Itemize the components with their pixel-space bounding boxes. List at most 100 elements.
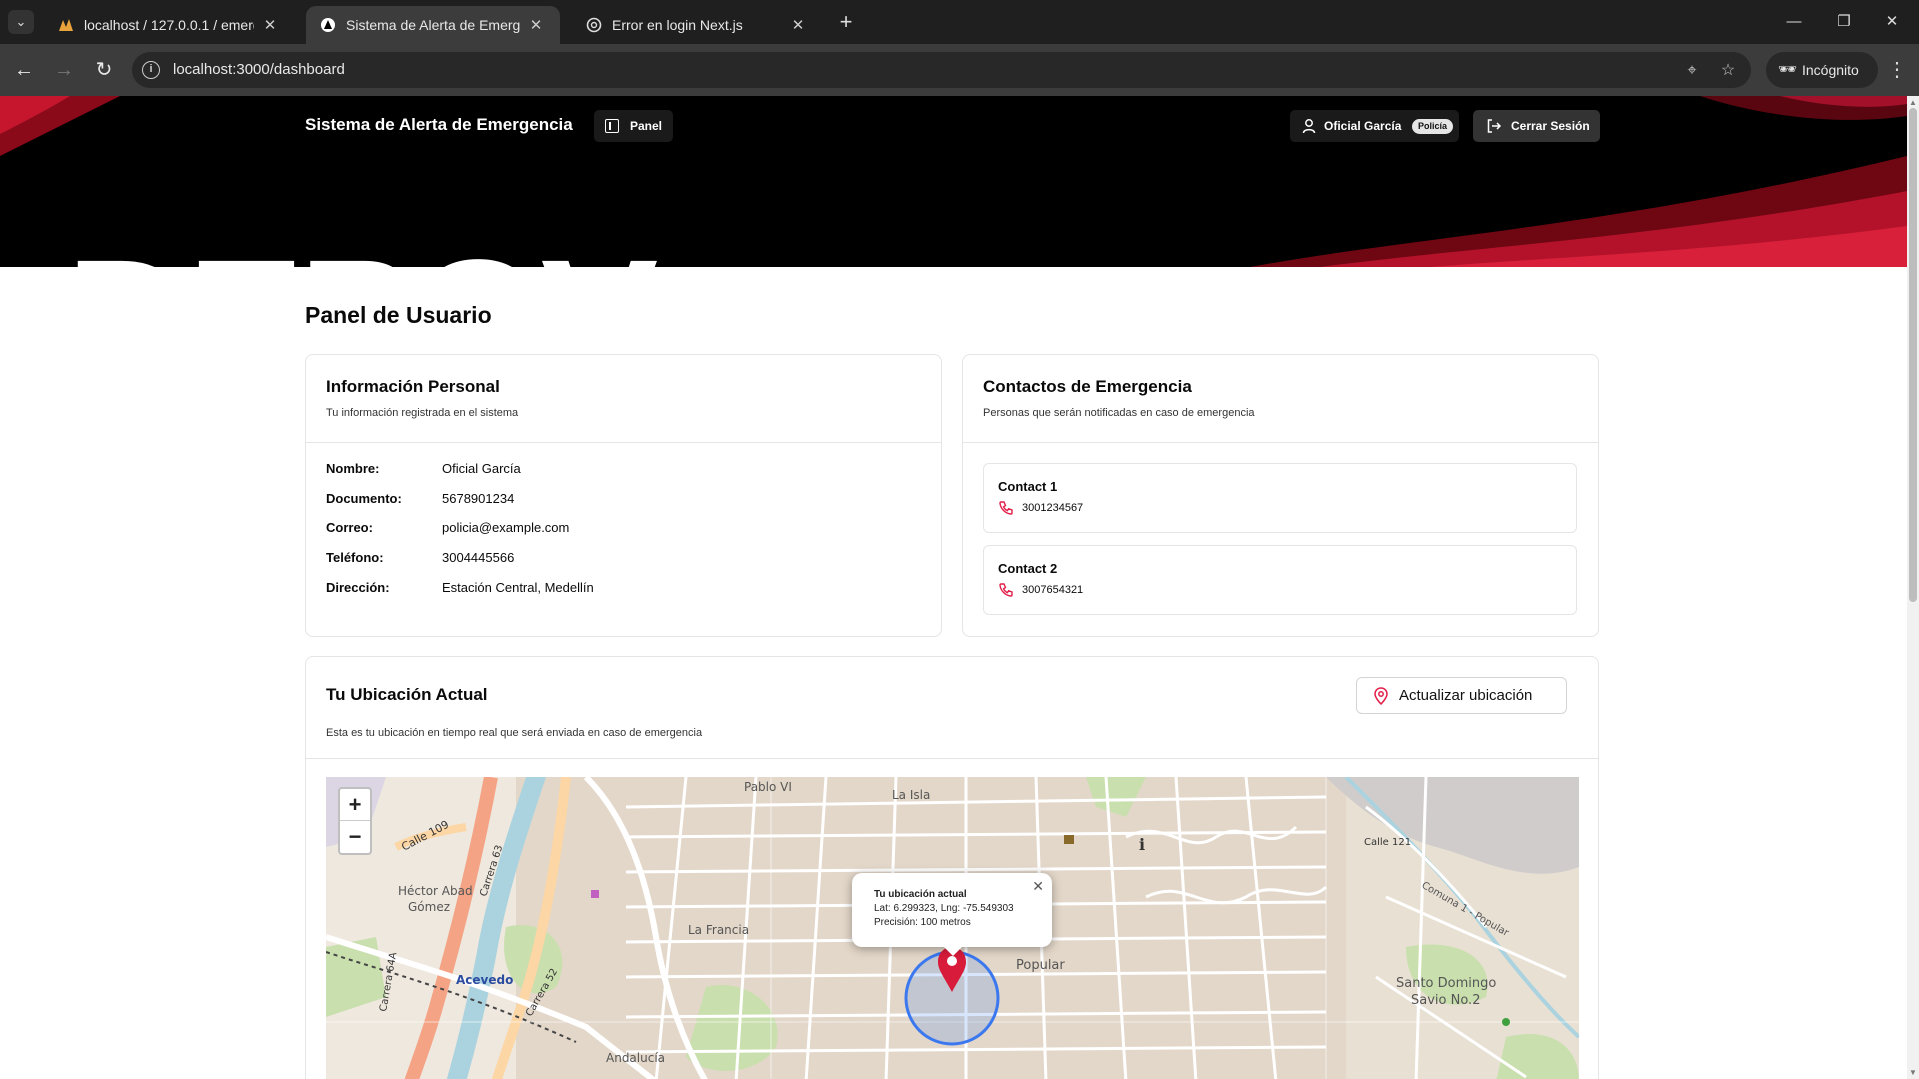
chatgpt-icon [586,17,602,33]
page-title: Panel de Usuario [305,302,492,328]
info-value: Estación Central, Medellín [442,580,594,595]
map-label: Gómez [408,900,450,914]
map-label: Pablo VI [744,780,792,794]
popup-coords: Lat: 6.299323, Lng: -75.549303 [874,903,1014,914]
contact-item: Contact 1 3001234567 [983,463,1577,533]
popup-title: Tu ubicación actual [874,889,967,900]
panel-button[interactable]: Panel [594,110,674,142]
map-pin-icon [1374,687,1388,705]
layout-icon [605,119,619,133]
url-text[interactable]: localhost:3000/dashboard [173,61,345,78]
contact-phone: 3001234567 [1022,502,1084,514]
bookmark-star-icon[interactable]: ☆ [1717,60,1739,82]
page-viewport: DEPOV Sistema de Alerta de Emergencia Pa… [0,96,1907,1079]
forward-icon[interactable]: → [50,56,78,84]
info-value: Oficial García [442,461,521,476]
update-location-button[interactable]: Actualizar ubicación [1356,677,1567,714]
browser-toolbar: ← → ↻ i localhost:3000/dashboard ⌖ ☆ 🕶 I… [0,44,1919,96]
hero-wordmark: DEPOV [66,234,658,267]
address-bar[interactable]: i localhost:3000/dashboard ⌖ ☆ [132,52,1751,88]
emergency-contacts-card: Contactos de Emergencia Personas que ser… [962,354,1599,637]
zoom-in-icon[interactable]: + [340,789,370,821]
update-location-label: Actualizar ubicación [1399,687,1533,704]
role-badge: Policía [1412,119,1454,134]
map-label: Popular [1016,958,1065,973]
scroll-up-icon[interactable]: ▲ [1909,98,1917,107]
contact-name: Contact 2 [998,561,1058,576]
tab-login-error[interactable]: Error en login Next.js ✕ [572,6,822,44]
scrollbar-thumb[interactable] [1909,108,1917,602]
restore-icon[interactable]: ❐ [1824,8,1864,36]
location-popup: Tu ubicación actual Lat: 6.299323, Lng: … [852,873,1052,947]
app-logo-icon [321,18,335,32]
scroll-down-icon[interactable]: ▼ [1909,1068,1917,1077]
popup-precision: Precisión: 100 metros [874,917,971,928]
map-label: Santo Domingo [1396,976,1496,991]
tab-phpmyadmin[interactable]: localhost / 127.0.0.1 / emergencia ✕ [44,6,294,44]
site-info-icon[interactable]: i [142,61,160,79]
phone-icon [999,583,1013,597]
popup-close-icon[interactable]: ✕ [1032,878,1044,895]
location-pin-icon[interactable]: ⌖ [1681,60,1703,82]
contact-phone: 3007654321 [1022,584,1084,596]
tab-title: Sistema de Alerta de Emergencia [346,17,520,33]
close-tab-icon[interactable]: ✕ [526,16,546,34]
user-icon [1302,119,1316,134]
incognito-label: Incógnito [1802,62,1859,78]
tab-title: localhost / 127.0.0.1 / emergencia [84,17,254,33]
info-label: Teléfono: [326,550,384,565]
tab-search-icon[interactable]: ⌄ [8,10,34,34]
close-tab-icon[interactable]: ✕ [260,16,280,34]
info-value: 3004445566 [442,550,515,565]
svg-text:i: i [1139,835,1145,854]
browser-menu-icon[interactable]: ⋮ [1886,56,1908,84]
info-label: Nombre: [326,461,380,476]
close-window-icon[interactable]: ✕ [1872,8,1912,36]
info-value: policia@example.com [442,520,570,535]
logout-icon [1487,119,1502,133]
user-name: Oficial García [1324,119,1402,133]
card-description: Esta es tu ubicación en tiempo real que … [326,727,703,739]
phone-icon [999,501,1013,515]
incognito-icon: 🕶 [1778,61,1798,78]
map-label: Andalucía [606,1051,665,1065]
browser-tabstrip: ⌄ localhost / 127.0.0.1 / emergencia ✕ S… [0,0,1919,44]
card-title: Información Personal [326,377,500,396]
user-menu[interactable]: Oficial García Policía [1290,110,1459,142]
logout-button[interactable]: Cerrar Sesión [1473,110,1600,142]
map-label: Calle 121 [1364,837,1411,848]
card-description: Tu información registrada en el sistema [326,407,519,419]
close-tab-icon[interactable]: ✕ [788,16,808,34]
map-label: Acevedo [456,973,513,987]
popup-tip [943,946,963,956]
card-header: Información Personal Tu información regi… [306,355,941,443]
personal-info-card: Información Personal Tu información regi… [305,354,942,637]
location-map[interactable]: i Calle 109 Héctor Abad Gómez Acevedo La… [326,777,1579,1079]
contact-item: Contact 2 3007654321 [983,545,1577,615]
back-icon[interactable]: ← [10,56,38,84]
reload-icon[interactable]: ↻ [90,56,118,84]
panel-label: Panel [630,119,663,133]
map-label: Héctor Abad [398,884,473,898]
info-value: 5678901234 [442,491,515,506]
info-label: Documento: [326,491,402,506]
map-label: La Isla [892,788,930,802]
info-label: Correo: [326,520,373,535]
zoom-out-icon[interactable]: − [340,821,370,853]
info-label: Dirección: [326,580,390,595]
contact-name: Contact 1 [998,479,1058,494]
card-title: Contactos de Emergencia [983,377,1192,396]
phpmyadmin-icon [59,19,73,31]
new-tab-icon[interactable]: + [832,9,860,35]
tab-emergency-system[interactable]: Sistema de Alerta de Emergencia ✕ [306,6,560,44]
brand-title[interactable]: Sistema de Alerta de Emergencia [305,115,573,135]
tab-title: Error en login Next.js [612,17,743,33]
location-card: Tu Ubicación Actual Esta es tu ubicación… [305,656,1599,1079]
hero-header: DEPOV Sistema de Alerta de Emergencia Pa… [0,96,1907,267]
incognito-indicator[interactable]: 🕶 Incógnito [1766,52,1878,88]
minimize-icon[interactable]: — [1774,8,1814,36]
card-description: Personas que serán notificadas en caso d… [983,407,1255,419]
map-label: La Francia [688,923,749,937]
logout-label: Cerrar Sesión [1511,119,1590,133]
map-label: Savio No.2 [1411,993,1480,1008]
